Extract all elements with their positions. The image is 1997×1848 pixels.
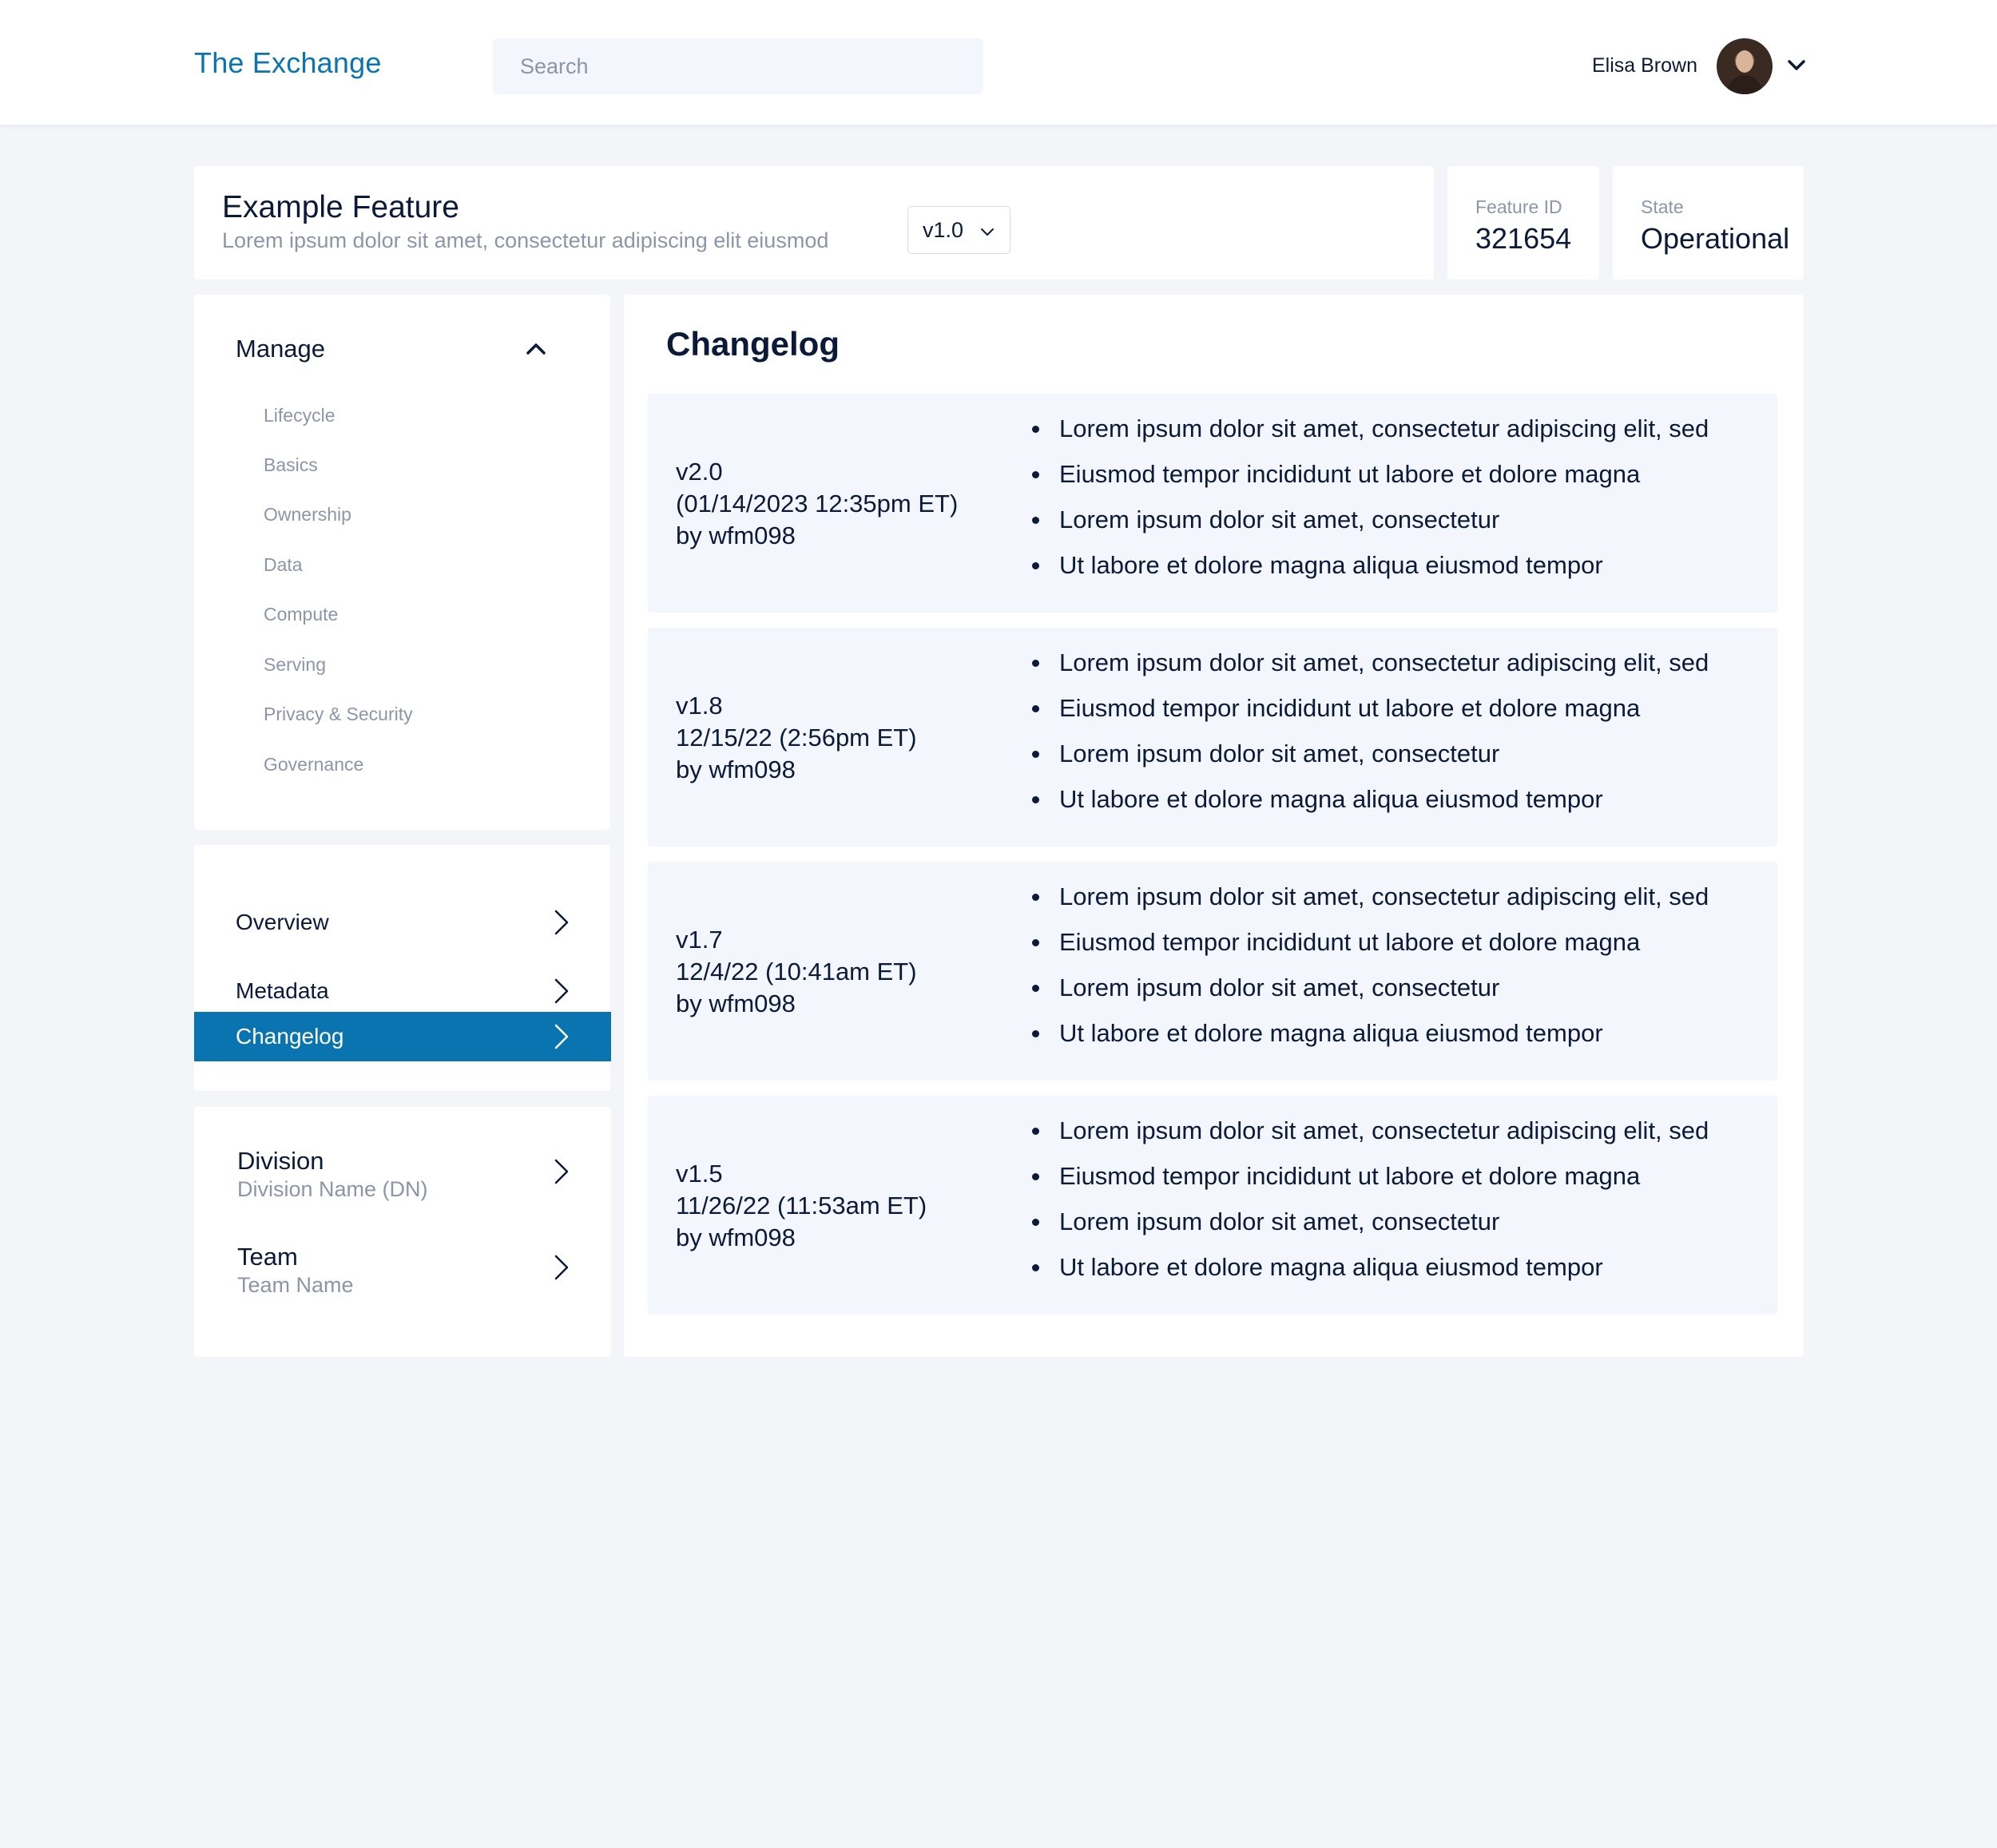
manage-item-basics[interactable]: Basics [264,454,318,476]
entry-meta: v2.0 (01/14/2023 12:35pm ET) by wfm098 [676,456,958,552]
division-name: Division Name (DN) [237,1177,428,1201]
list-item: Eiusmod tempor incididunt ut labore et d… [1027,926,1709,972]
team-title: Team [237,1243,298,1271]
nav-item-changelog[interactable]: Changelog [194,1012,611,1061]
version-select[interactable]: v1.0 [907,206,1010,254]
version-select-value: v1.0 [923,218,964,242]
search-input[interactable] [493,38,983,94]
entry-author: by wfm098 [676,1223,796,1251]
list-item: Lorem ipsum dolor sit amet, consectetur [1027,504,1709,549]
manage-item-privacy-security[interactable]: Privacy & Security [264,704,413,725]
chevron-right-icon [554,1024,569,1049]
brand-logo[interactable]: The Exchange [194,46,382,80]
entry-notes: Lorem ipsum dolor sit amet, consectetur … [1027,1115,1709,1297]
chevron-right-icon [554,910,569,935]
division-title: Division [237,1147,324,1175]
list-item: Eiusmod tempor incididunt ut labore et d… [1027,692,1709,738]
manage-header[interactable]: Manage [236,335,325,363]
list-item: Lorem ipsum dolor sit amet, consectetur … [1027,647,1709,692]
chevron-down-icon[interactable] [1784,53,1809,78]
manage-item-lifecycle[interactable]: Lifecycle [264,405,335,426]
division-link[interactable]: Division Division Name (DN) [194,1147,611,1211]
manage-item-compute[interactable]: Compute [264,604,338,625]
team-link[interactable]: Team Team Name [194,1243,611,1307]
entry-author: by wfm098 [676,755,796,783]
entry-version: v1.7 [676,926,723,954]
manage-item-ownership[interactable]: Ownership [264,504,351,525]
manage-item-serving[interactable]: Serving [264,654,326,676]
top-bar: The Exchange Elisa Brown [0,0,1997,125]
list-item: Lorem ipsum dolor sit amet, consectetur [1027,738,1709,783]
changelog-entry: v1.5 11/26/22 (11:53am ET) by wfm098 Lor… [648,1096,1777,1315]
chevron-down-icon [981,228,994,236]
entry-date: 12/15/22 (2:56pm ET) [676,724,917,751]
changelog-entry: v1.8 12/15/22 (2:56pm ET) by wfm098 Lore… [648,628,1777,847]
chevron-right-icon [554,978,569,1004]
list-item: Eiusmod tempor incididunt ut labore et d… [1027,458,1709,504]
entry-date: 12/4/22 (10:41am ET) [676,958,917,985]
entry-author: by wfm098 [676,989,796,1017]
nav-item-metadata[interactable]: Metadata [194,966,611,1016]
avatar-face [1736,50,1753,73]
entry-meta: v1.7 12/4/22 (10:41am ET) by wfm098 [676,924,917,1020]
feature-description: Lorem ipsum dolor sit amet, consectetur … [222,228,829,252]
org-card: Division Division Name (DN) Team Team Na… [194,1107,611,1357]
list-item: Lorem ipsum dolor sit amet, consectetur … [1027,1115,1709,1160]
feature-id-value: 321654 [1475,222,1572,255]
nav-item-label: Metadata [236,978,329,1003]
changelog-entry: v2.0 (01/14/2023 12:35pm ET) by wfm098 L… [648,394,1777,613]
section-nav: Overview Metadata Changelog [194,845,611,1091]
entry-date: 11/26/22 (11:53am ET) [676,1192,927,1219]
feature-id-card: Feature ID 321654 [1447,166,1599,280]
list-item: Lorem ipsum dolor sit amet, consectetur [1027,1206,1709,1251]
entry-version: v1.5 [676,1160,723,1188]
entry-notes: Lorem ipsum dolor sit amet, consectetur … [1027,881,1709,1063]
team-name: Team Name [237,1273,354,1297]
avatar-body [1727,75,1762,94]
chevron-up-icon[interactable] [522,335,550,363]
state-card: State Operational [1613,166,1804,280]
chevron-right-icon [554,1159,569,1184]
list-item: Lorem ipsum dolor sit amet, consectetur … [1027,881,1709,926]
entry-meta: v1.5 11/26/22 (11:53am ET) by wfm098 [676,1158,927,1254]
entry-date: (01/14/2023 12:35pm ET) [676,490,959,518]
entry-meta: v1.8 12/15/22 (2:56pm ET) by wfm098 [676,690,917,786]
entry-notes: Lorem ipsum dolor sit amet, consectetur … [1027,647,1709,829]
nav-item-label: Overview [236,910,329,934]
list-item: Lorem ipsum dolor sit amet, consectetur [1027,972,1709,1017]
nav-item-label: Changelog [236,1024,344,1049]
feature-header-card: Example Feature Lorem ipsum dolor sit am… [194,166,1434,280]
changelog-panel: Changelog v2.0 (01/14/2023 12:35pm ET) b… [624,295,1804,1357]
state-label: State [1641,196,1684,217]
state-value: Operational [1641,222,1790,255]
list-item: Ut labore et dolore magna aliqua eiusmod… [1027,1017,1709,1063]
avatar[interactable] [1717,38,1773,94]
entry-version: v2.0 [676,458,723,486]
list-item: Ut labore et dolore magna aliqua eiusmod… [1027,549,1709,595]
list-item: Ut labore et dolore magna aliqua eiusmod… [1027,1251,1709,1297]
changelog-title: Changelog [666,325,840,363]
manage-menu: Manage Lifecycle Basics Ownership Data C… [194,295,610,830]
manage-item-data[interactable]: Data [264,554,303,576]
entry-notes: Lorem ipsum dolor sit amet, consectetur … [1027,413,1709,595]
list-item: Ut labore et dolore magna aliqua eiusmod… [1027,783,1709,829]
list-item: Eiusmod tempor incididunt ut labore et d… [1027,1160,1709,1206]
manage-item-governance[interactable]: Governance [264,754,363,775]
entry-author: by wfm098 [676,521,796,549]
list-item: Lorem ipsum dolor sit amet, consectetur … [1027,413,1709,458]
feature-id-label: Feature ID [1475,196,1562,217]
user-name[interactable]: Elisa Brown [1590,54,1697,77]
changelog-entry: v1.7 12/4/22 (10:41am ET) by wfm098 Lore… [648,862,1777,1081]
page-title: Example Feature [222,190,459,224]
entry-version: v1.8 [676,692,723,720]
chevron-right-icon [554,1255,569,1280]
nav-item-overview[interactable]: Overview [194,898,611,947]
